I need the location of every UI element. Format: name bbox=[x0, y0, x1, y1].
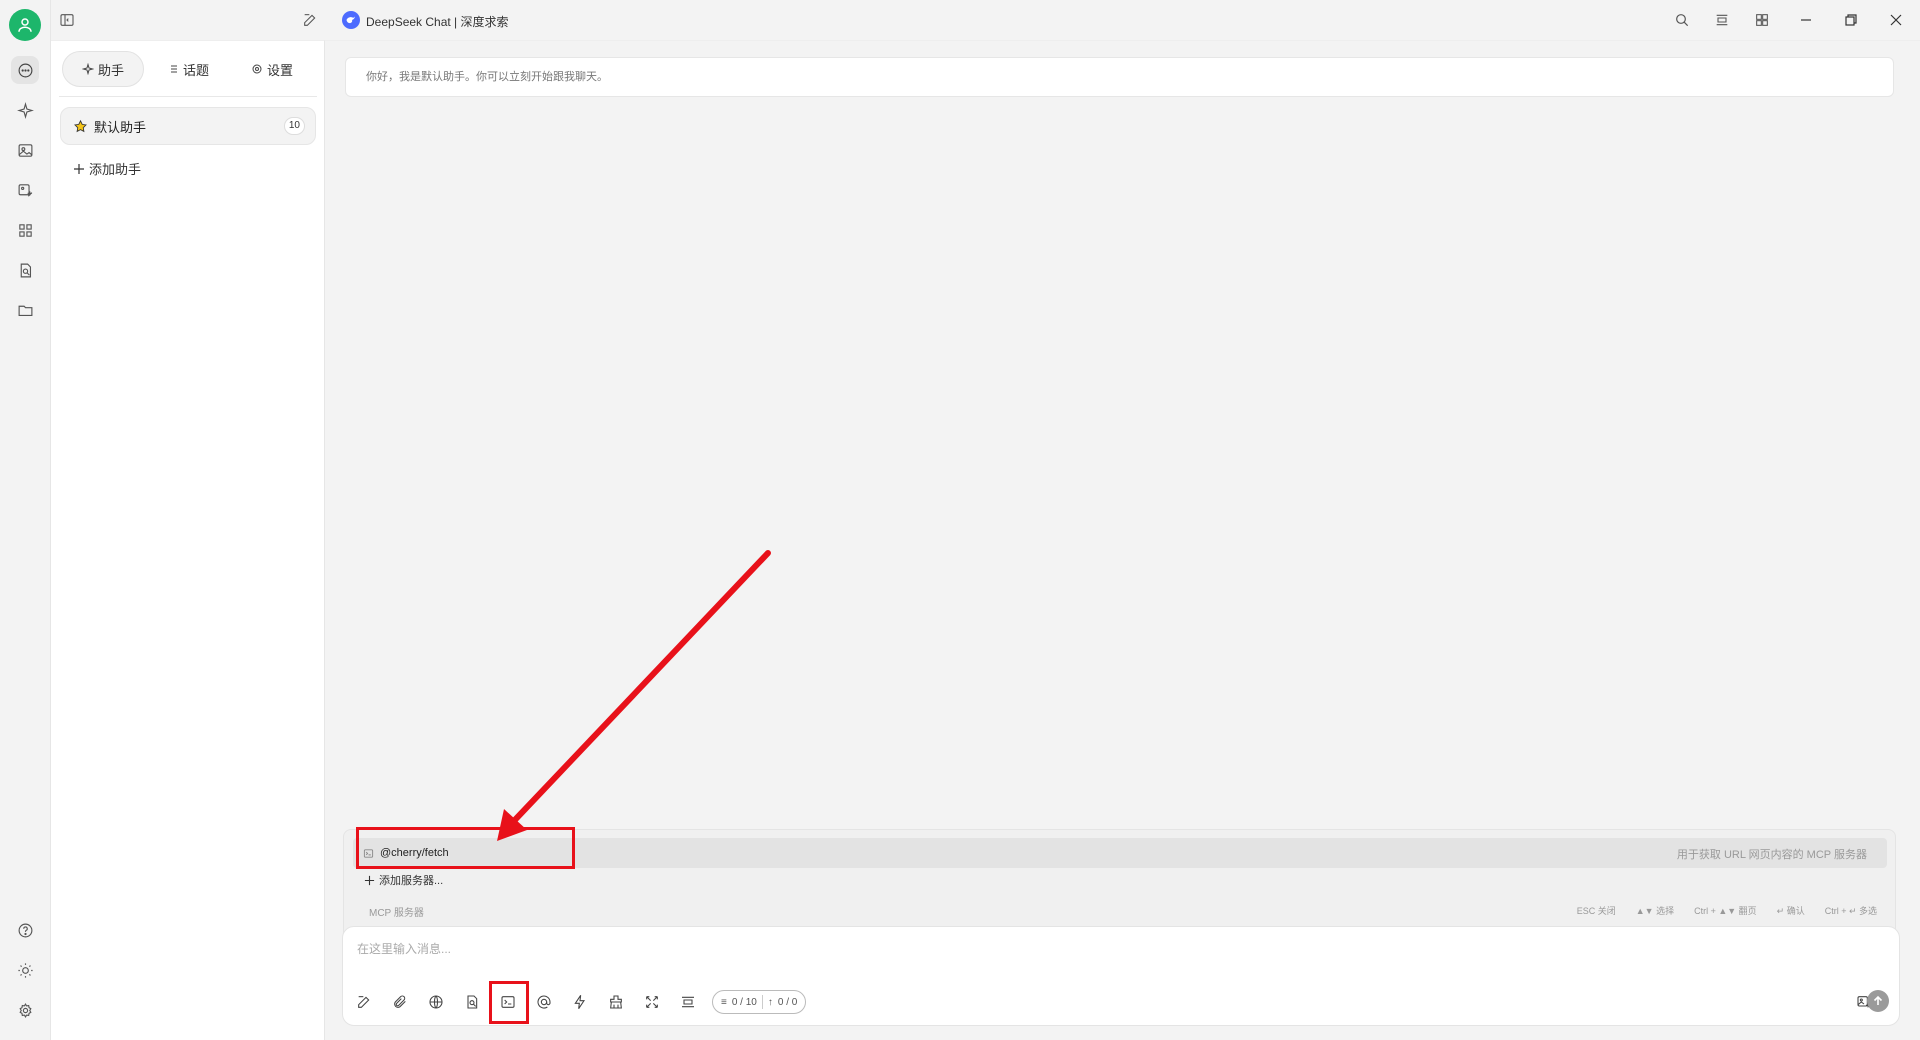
message-input-box: ≡ 0 / 10 ↑ 0 / 0 bbox=[342, 926, 1900, 1026]
attachment-icon[interactable] bbox=[389, 991, 411, 1013]
help-icon[interactable] bbox=[11, 916, 39, 944]
message-input[interactable] bbox=[357, 937, 1857, 961]
assistant-panel: 助手 话题 设置 默认助手 10 添加助手 bbox=[51, 40, 325, 1040]
token-count: 0 / 0 bbox=[777, 996, 798, 1008]
layout-toggle-icon[interactable] bbox=[1712, 10, 1732, 30]
list-icon bbox=[168, 65, 177, 73]
mcp-popup-title: MCP 服务器 bbox=[369, 908, 424, 919]
sparkle-icon[interactable] bbox=[11, 96, 39, 124]
tab-label: 设置 bbox=[266, 62, 293, 78]
panel-divider bbox=[59, 96, 317, 97]
web-search-globe-icon[interactable] bbox=[425, 991, 447, 1013]
mcp-server-item-fetch[interactable]: @cherry/fetch 用于获取 URL 网页内容的 MCP 服务器 bbox=[353, 838, 1887, 868]
document-search-icon[interactable] bbox=[11, 256, 39, 284]
gear-icon bbox=[252, 64, 262, 74]
sparkle-icon bbox=[81, 63, 94, 75]
token-counter: ≡ 0 / 10 ↑ 0 / 0 bbox=[712, 990, 807, 1014]
sidebar-toggle-icon[interactable] bbox=[57, 10, 77, 30]
tab-settings[interactable]: 设置 bbox=[231, 51, 313, 87]
clear-messages-icon[interactable] bbox=[605, 991, 627, 1013]
annotation-highlight-mcp-button bbox=[489, 981, 529, 1024]
topic-count-badge: 10 bbox=[283, 117, 305, 135]
assistant-name: 默认助手 bbox=[94, 119, 147, 135]
quick-phrase-lightning-icon[interactable] bbox=[569, 991, 591, 1013]
plus-icon bbox=[364, 875, 375, 885]
deepseek-logo-icon bbox=[342, 11, 360, 29]
annotation-highlight-mcp-item bbox=[356, 827, 575, 869]
folder-icon[interactable] bbox=[11, 296, 39, 324]
star-icon bbox=[74, 119, 87, 132]
user-avatar[interactable] bbox=[9, 9, 41, 41]
apps-grid-icon[interactable] bbox=[11, 216, 39, 244]
theme-sun-icon[interactable] bbox=[11, 956, 39, 984]
expand-icon[interactable] bbox=[641, 991, 663, 1013]
keyboard-hints: ESC 关闭 ▲▼ 选择 Ctrl + ▲▼ 翻页 ↵ 确认 Ctrl + ↵ … bbox=[1577, 904, 1877, 917]
context-divider-icon[interactable] bbox=[677, 991, 699, 1013]
minimize-icon[interactable] bbox=[1796, 10, 1816, 30]
knowledge-base-icon[interactable] bbox=[461, 991, 483, 1013]
hint-select: ▲▼ 选择 bbox=[1635, 906, 1675, 916]
hint-confirm: ↵ 确认 bbox=[1776, 906, 1805, 916]
settings-gear-icon[interactable] bbox=[11, 996, 39, 1024]
arrow-up-icon bbox=[1873, 995, 1883, 1005]
restore-window-icon[interactable] bbox=[1841, 10, 1861, 30]
plus-icon bbox=[74, 163, 84, 174]
context-count-icon: ≡ bbox=[721, 996, 727, 1008]
image-icon[interactable] bbox=[11, 136, 39, 164]
tab-label: 助手 bbox=[97, 62, 124, 78]
new-chat-icon[interactable] bbox=[300, 10, 320, 30]
icon-rail bbox=[0, 0, 51, 1040]
title-bar: DeepSeek Chat | 深度求索 bbox=[51, 0, 1920, 40]
add-assistant-label: 添加助手 bbox=[89, 162, 142, 177]
search-icon[interactable] bbox=[1672, 10, 1692, 30]
send-button[interactable] bbox=[1867, 990, 1889, 1012]
add-assistant-button[interactable]: 添加助手 bbox=[73, 159, 141, 178]
add-server-button[interactable]: 添加服务器... bbox=[364, 872, 443, 888]
new-topic-icon[interactable] bbox=[353, 991, 375, 1013]
grid-view-icon[interactable] bbox=[1752, 10, 1772, 30]
user-icon bbox=[18, 18, 32, 32]
assistant-item-default[interactable]: 默认助手 10 bbox=[60, 107, 316, 145]
chat-area: 你好，我是默认助手。你可以立刻开始跟我聊天。 @cherry/fetch 用于获… bbox=[325, 40, 1920, 1040]
add-server-label: 添加服务器... bbox=[379, 875, 444, 887]
hint-close: ESC 关闭 bbox=[1576, 906, 1616, 916]
panel-tabs: 助手 话题 设置 bbox=[59, 51, 317, 87]
image-edit-icon[interactable] bbox=[11, 176, 39, 204]
context-count: 0 / 10 bbox=[731, 996, 757, 1008]
assistant-greeting-message: 你好，我是默认助手。你可以立刻开始跟我聊天。 bbox=[345, 57, 1894, 97]
chat-bubble-icon[interactable] bbox=[11, 56, 39, 84]
tab-label: 话题 bbox=[182, 62, 209, 78]
tab-assistants[interactable]: 助手 bbox=[62, 51, 144, 87]
hint-multiselect: Ctrl + ↵ 多选 bbox=[1824, 906, 1877, 916]
tab-topics[interactable]: 话题 bbox=[147, 51, 229, 87]
mcp-server-description: 用于获取 URL 网页内容的 MCP 服务器 bbox=[1676, 849, 1867, 861]
mention-model-icon[interactable] bbox=[533, 991, 555, 1013]
counter-divider bbox=[761, 995, 763, 1009]
model-title[interactable]: DeepSeek Chat | 深度求索 bbox=[366, 13, 509, 30]
token-up-arrow-icon: ↑ bbox=[767, 996, 773, 1008]
close-window-icon[interactable] bbox=[1886, 10, 1906, 30]
hint-page: Ctrl + ▲▼ 翻页 bbox=[1694, 906, 1757, 916]
